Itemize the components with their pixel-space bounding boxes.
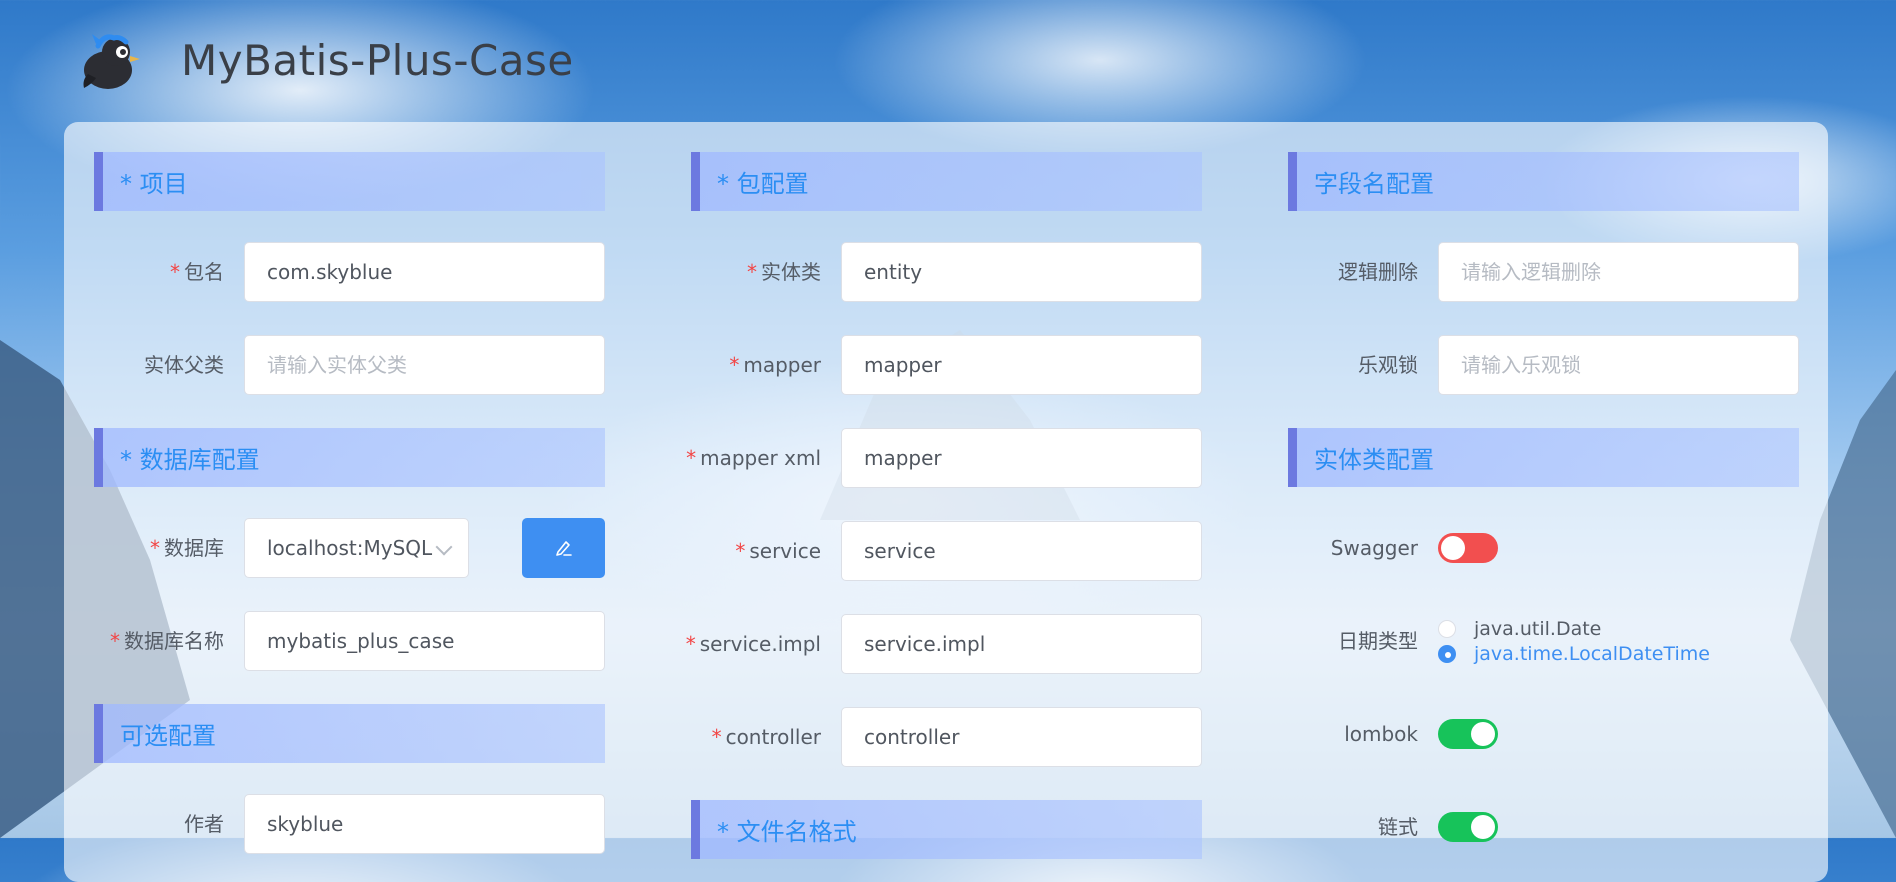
controller-label-text: controller — [725, 725, 821, 749]
form-row-chain: 链式 — [1288, 797, 1799, 857]
section-header-database: * 数据库配置 — [94, 428, 605, 487]
form-row-mapper: * mapper mapper — [691, 335, 1202, 395]
form-row-entity: * 实体类 entity — [691, 242, 1202, 302]
swagger-label: Swagger — [1330, 536, 1418, 560]
logic-delete-label: 逻辑删除 — [1338, 260, 1418, 284]
entity-parent-label: 实体父类 — [144, 353, 224, 377]
app-title: MyBatis-Plus-Case — [181, 36, 574, 85]
section-header-optional: 可选配置 — [94, 704, 605, 763]
edit-database-button[interactable] — [522, 518, 605, 578]
required-mark: * — [686, 446, 697, 470]
form-row-service: * service service — [691, 521, 1202, 581]
package-name-label: * 包名 — [170, 242, 224, 302]
section-header-project: * 项目 — [94, 152, 605, 211]
form-row-service-impl: * service.impl service.impl — [686, 614, 1202, 674]
form-row-database: * 数据库 localhost:MySQL — [94, 518, 605, 578]
swagger-switch[interactable] — [1438, 533, 1498, 563]
service-impl-label: * service.impl — [686, 614, 821, 674]
database-name-label: * 数据库名称 — [110, 611, 224, 671]
required-mark: * — [685, 632, 696, 656]
switch-knob — [1471, 815, 1495, 839]
database-label: * 数据库 — [150, 518, 224, 578]
service-impl-input[interactable]: service.impl — [841, 614, 1202, 674]
database-name-input[interactable]: mybatis_plus_case — [244, 611, 605, 671]
date-type-label: 日期类型 — [1338, 629, 1418, 653]
required-mark: * — [150, 536, 160, 560]
form-row-package-name: * 包名 com.skyblue — [94, 242, 605, 302]
author-input[interactable]: skyblue — [244, 794, 605, 854]
controller-label: * controller — [712, 707, 821, 767]
form-row-author: 作者 skyblue — [94, 794, 605, 854]
entity-label-text: 实体类 — [761, 260, 821, 284]
mapper-label: * mapper — [729, 335, 821, 395]
required-mark: * — [711, 725, 722, 749]
required-mark: * — [729, 353, 740, 377]
lombok-switch[interactable] — [1438, 719, 1498, 749]
edit-pen-icon — [555, 541, 572, 556]
mapper-xml-label-text: mapper xml — [700, 446, 821, 470]
database-label-text: 数据库 — [164, 536, 224, 560]
form-row-database-name: * 数据库名称 mybatis_plus_case — [94, 611, 605, 671]
form-row-swagger: Swagger — [1288, 518, 1799, 578]
service-impl-label-text: service.impl — [699, 632, 821, 656]
mapper-input[interactable]: mapper — [841, 335, 1202, 395]
entity-label: * 实体类 — [747, 242, 821, 302]
form-row-controller: * controller controller — [691, 707, 1202, 767]
date-type-option-util-date[interactable]: java.util.Date — [1438, 616, 1710, 641]
config-panel: * 项目 * 包名 com.skyblue 实体父类 请输入实体父类 * 数据库配… — [64, 122, 1828, 882]
controller-input[interactable]: controller — [841, 707, 1202, 767]
service-label: * service — [735, 521, 821, 581]
required-mark: * — [735, 539, 746, 563]
required-mark: * — [170, 260, 180, 284]
form-row-entity-parent: 实体父类 请输入实体父类 — [94, 335, 605, 395]
radio-circle-icon — [1438, 619, 1456, 638]
bird-logo-icon — [83, 34, 140, 89]
section-header-entity: 实体类配置 — [1288, 428, 1799, 487]
author-label: 作者 — [184, 812, 224, 836]
chevron-down-icon — [435, 538, 453, 556]
entity-parent-input[interactable]: 请输入实体父类 — [244, 335, 605, 395]
mapper-xml-input[interactable]: mapper — [841, 428, 1202, 488]
database-select[interactable]: localhost:MySQL — [244, 518, 469, 578]
date-type-option-local-date-time[interactable]: java.time.LocalDateTime — [1438, 641, 1710, 666]
date-type-option-label: java.time.LocalDateTime — [1474, 642, 1710, 665]
mapper-label-text: mapper — [743, 353, 821, 377]
form-row-lombok: lombok — [1288, 704, 1799, 764]
radio-circle-checked-icon — [1438, 644, 1456, 663]
section-header-filename-format: * 文件名格式 — [691, 800, 1202, 859]
database-select-value: localhost:MySQL — [267, 536, 433, 560]
package-name-input[interactable]: com.skyblue — [244, 242, 605, 302]
lombok-label: lombok — [1344, 722, 1418, 746]
mapper-xml-label: * mapper xml — [686, 428, 821, 488]
section-header-field-name: 字段名配置 — [1288, 152, 1799, 211]
date-type-radio-group: java.util.Date java.time.LocalDateTime — [1438, 616, 1710, 676]
app-header: MyBatis-Plus-Case — [0, 0, 1896, 120]
required-mark: * — [110, 629, 120, 653]
form-row-date-type: 日期类型 java.util.Date java.time.LocalDateT… — [1288, 611, 1799, 671]
database-name-label-text: 数据库名称 — [124, 629, 224, 653]
optimistic-lock-label: 乐观锁 — [1358, 353, 1418, 377]
service-label-text: service — [749, 539, 821, 563]
switch-knob — [1441, 536, 1465, 560]
optimistic-lock-input[interactable]: 请输入乐观锁 — [1438, 335, 1799, 395]
package-name-label-text: 包名 — [184, 260, 224, 284]
section-header-package: * 包配置 — [691, 152, 1202, 211]
logic-delete-input[interactable]: 请输入逻辑删除 — [1438, 242, 1799, 302]
required-mark: * — [747, 260, 757, 284]
service-input[interactable]: service — [841, 521, 1202, 581]
form-row-logic-delete: 逻辑删除 请输入逻辑删除 — [1288, 242, 1799, 302]
form-row-mapper-xml: * mapper xml mapper — [686, 428, 1202, 488]
switch-knob — [1471, 722, 1495, 746]
entity-input[interactable]: entity — [841, 242, 1202, 302]
chain-label: 链式 — [1378, 815, 1418, 839]
date-type-option-label: java.util.Date — [1474, 617, 1602, 640]
form-row-optimistic-lock: 乐观锁 请输入乐观锁 — [1288, 335, 1799, 395]
